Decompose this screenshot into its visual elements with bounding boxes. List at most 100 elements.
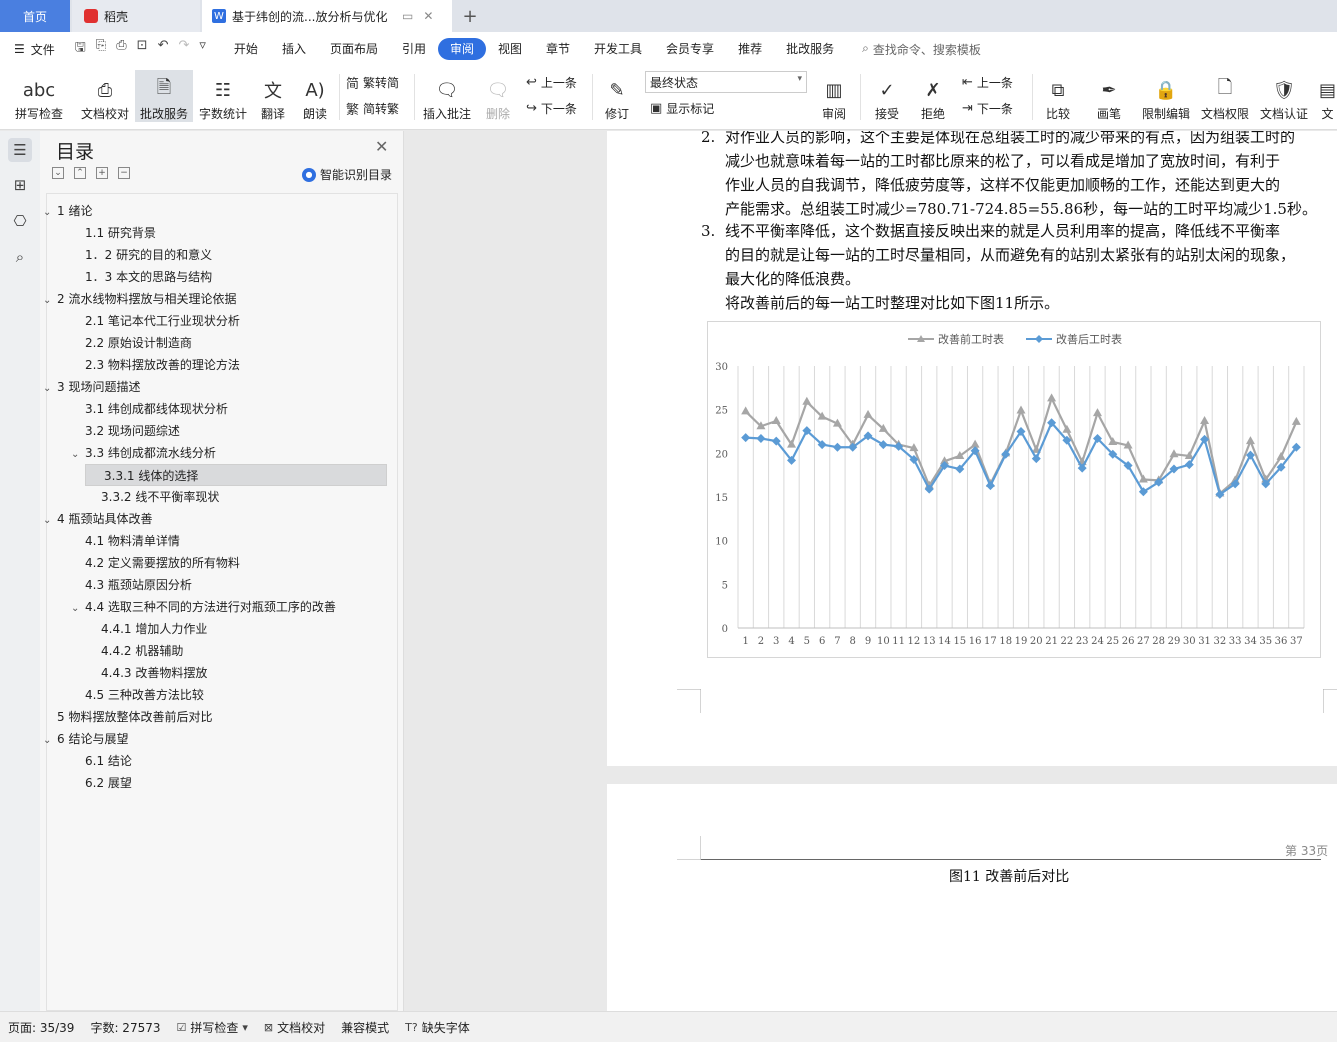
toc-item[interactable]: ⌄ 4 瓶颈站具体改善 (43, 508, 152, 530)
menu-item-member[interactable]: 会员专享 (654, 38, 726, 60)
chevron-down-icon[interactable]: ⌄ (43, 730, 57, 752)
page-indicator[interactable]: 页面: 35/39 (0, 1019, 82, 1036)
toc-item[interactable]: ⌄ 3.3 纬创成都流水线分析 (71, 442, 216, 464)
translate-button[interactable]: 文翻译 (253, 70, 293, 122)
prev-comment-button[interactable]: ↩ 上一条 (526, 72, 577, 92)
toc-item[interactable]: 6.2 展望 (85, 772, 132, 794)
spell-check-status[interactable]: ☑ 拼写检查 ▾ (169, 1019, 256, 1036)
toc-item[interactable]: 2.3 物料摆放改善的理论方法 (85, 354, 240, 376)
outline-icon[interactable]: ⊞ (8, 173, 32, 197)
command-search[interactable]: ⌕ 查找命令、搜索模板 (862, 41, 981, 58)
read-aloud-button[interactable]: A) 朗读 (296, 70, 334, 122)
chevron-down-icon[interactable]: ⌄ (43, 510, 57, 532)
toc-item[interactable]: 5 物料摆放整体改善前后对比 (57, 706, 212, 728)
insert-comment-button[interactable]: 🗨 插入批注 (420, 70, 474, 122)
toc-item[interactable]: 4.2 定义需要摆放的所有物料 (85, 552, 240, 574)
toc-item[interactable]: 4.3 瓶颈站原因分析 (85, 574, 192, 596)
file-menu[interactable]: ☰ 文件 (0, 41, 65, 58)
word-count-indicator[interactable]: 字数: 27573 (82, 1019, 168, 1036)
toc-item[interactable]: 3.1 纬创成都线体现状分析 (85, 398, 228, 420)
menu-item-view[interactable]: 视图 (486, 38, 534, 60)
expand-icon[interactable]: ⌄ (52, 167, 64, 179)
menu-item-reference[interactable]: 引用 (390, 38, 438, 60)
word-count-button[interactable]: ☷ 字数统计 (196, 70, 250, 122)
add-icon[interactable]: + (96, 167, 108, 179)
menu-item-review[interactable]: 审阅 (437, 38, 486, 60)
toc-item[interactable]: 4.4.1 增加人力作业 (101, 618, 207, 640)
review-pane-button[interactable]: ▥ 审阅 (814, 70, 854, 122)
doc-cert-button[interactable]: 🛡 文档认证 (1256, 70, 1312, 122)
proofread-button[interactable]: ⎙ 文档校对 (76, 70, 134, 122)
preview-icon[interactable]: ⊡ (137, 38, 148, 60)
tab-daoke[interactable]: 稻壳 (72, 0, 200, 32)
print-icon[interactable]: ⎙ (116, 38, 126, 60)
toc-item[interactable]: ⌄ 6 结论与展望 (43, 728, 128, 750)
restrict-edit-button[interactable]: 🔒 限制编辑 (1138, 70, 1194, 122)
more-ribbon-button[interactable]: ▤ 文 (1318, 70, 1337, 122)
toc-item[interactable]: 4.4.2 机器辅助 (101, 640, 183, 662)
toc-item[interactable]: ⌄ 3 现场问题描述 (43, 376, 140, 398)
remove-icon[interactable]: − (118, 167, 130, 179)
doc-permission-button[interactable]: 🗋 文档权限 (1197, 70, 1253, 122)
menu-item-devtools[interactable]: 开发工具 (582, 38, 654, 60)
chevron-down-icon[interactable]: ⌄ (43, 202, 57, 224)
undo-icon[interactable]: ↶ (158, 38, 169, 60)
toc-item[interactable]: 1．2 研究的目的和意义 (85, 244, 212, 266)
toc-item[interactable]: ⌄ 4.4 选取三种不同的方法进行对瓶颈工序的改善 (71, 596, 336, 618)
missing-font-status[interactable]: T? 缺失字体 (397, 1019, 478, 1036)
toc-item[interactable]: 6.1 结论 (85, 750, 132, 772)
toc-item[interactable]: 2.1 笔记本代工行业现状分析 (85, 310, 240, 332)
redo-icon[interactable]: ↷ (178, 38, 189, 60)
proofread-status[interactable]: ⊠ 文档校对 (256, 1019, 333, 1036)
next-revision-button[interactable]: ⇥ 下一条 (962, 98, 1013, 118)
show-marks-button[interactable]: ▣ 显示标记 (650, 98, 714, 118)
tab-home[interactable]: 首页 (0, 0, 70, 32)
toc-item[interactable]: 2.2 原始设计制造商 (85, 332, 192, 354)
toc-item[interactable]: 1．3 本文的思路与结构 (85, 266, 212, 288)
tab-document[interactable]: W 基于纬创的流...放分析与优化 ▭ ✕ (202, 0, 452, 32)
trad-to-simp-button[interactable]: 简繁转简 (346, 72, 399, 92)
screen-icon[interactable]: ▭ (402, 9, 413, 23)
menu-item-layout[interactable]: 页面布局 (318, 38, 390, 60)
dropdown-icon[interactable]: ▿ (199, 38, 206, 60)
bookmark-icon[interactable]: ⎔ (8, 209, 32, 233)
toc-item[interactable]: 4.4.3 改善物料摆放 (101, 662, 207, 684)
find-icon[interactable]: ⌕ (8, 245, 32, 269)
toc-item[interactable]: 4.5 三种改善方法比较 (85, 684, 204, 706)
smart-toc-button[interactable]: ● 智能识别目录 (302, 166, 392, 183)
save-icon[interactable]: 🖫 (75, 38, 86, 60)
new-tab-button[interactable]: + (458, 0, 482, 32)
prev-revision-button[interactable]: ⇤ 上一条 (962, 72, 1013, 92)
reject-button[interactable]: ✗ 拒绝 (912, 70, 954, 122)
toc-item[interactable]: 4.1 物料清单详情 (85, 530, 180, 552)
spell-check-button[interactable]: abc 拼写检查 (8, 70, 70, 122)
toc-panel-icon[interactable]: ☰ (8, 138, 32, 162)
next-comment-button[interactable]: ↪ 下一条 (526, 98, 577, 118)
menu-item-chapter[interactable]: 章节 (534, 38, 582, 60)
menu-item-recommend[interactable]: 推荐 (726, 38, 774, 60)
toc-item[interactable]: ⌄ 1 绪论 (43, 200, 92, 222)
revise-button[interactable]: ✎ 修订 (598, 70, 636, 122)
toc-item[interactable]: 3.2 现场问题综述 (85, 420, 180, 442)
correction-service-button[interactable]: 🗎 批改服务 (135, 70, 193, 122)
toc-item[interactable]: 1.1 研究背景 (85, 222, 156, 244)
toc-item[interactable]: 3.3.2 线不平衡率现状 (101, 486, 219, 508)
toc-item[interactable]: ⌄ 2 流水线物料摆放与相关理论依据 (43, 288, 236, 310)
line-chart[interactable]: 0 5 10 15 20 25 30 1 2 3 4 5 6 7 8 9 10 11 12 13 14 15 16 17 18 1… (707, 321, 1321, 658)
chevron-down-icon[interactable]: ⌄ (43, 290, 57, 312)
delete-comment-button[interactable]: 🗨 删除 (478, 70, 518, 122)
chevron-down-icon[interactable]: ⌄ (43, 378, 57, 400)
compare-button[interactable]: ⧉ 比较 (1037, 70, 1079, 122)
menu-item-insert[interactable]: 插入 (270, 38, 318, 60)
close-icon[interactable]: ✕ (423, 9, 433, 23)
simp-to-trad-button[interactable]: 繁简转繁 (346, 98, 399, 118)
menu-item-correction[interactable]: 批改服务 (774, 38, 846, 60)
chevron-down-icon[interactable]: ⌄ (71, 444, 85, 466)
pen-button[interactable]: ✒ 画笔 (1090, 70, 1128, 122)
export-icon[interactable]: ⎘ (96, 38, 106, 60)
toc-item[interactable]: 3.3.1 线体的选择 (85, 464, 387, 486)
close-icon[interactable]: ✕ (375, 137, 388, 156)
final-state-select[interactable]: 最终状态 ▾ (645, 71, 807, 93)
collapse-icon[interactable]: ⌃ (74, 167, 86, 179)
chevron-down-icon[interactable]: ⌄ (71, 598, 85, 620)
